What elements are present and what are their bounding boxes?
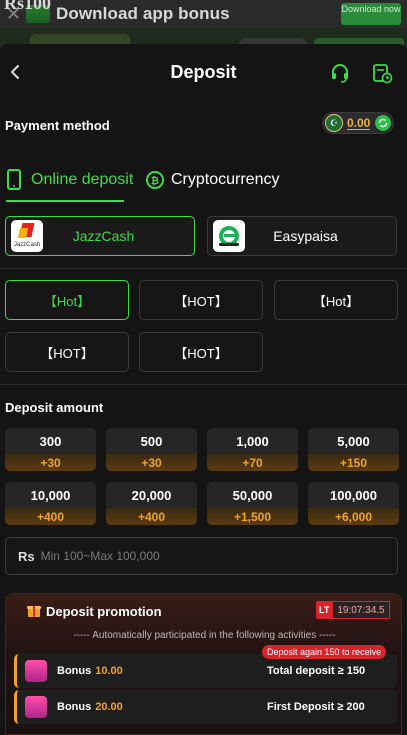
divider (0, 384, 407, 385)
channel-option[interactable]: 【HOT】 (139, 280, 263, 320)
download-now-button[interactable]: Download now (341, 3, 401, 25)
pakistan-flag-icon: ☪ (325, 114, 343, 132)
method-jazzcash[interactable]: JazzCash JazzCash (5, 216, 195, 256)
amount-option[interactable]: 5,000 +150 (308, 428, 399, 471)
amount-bonus: +70 (207, 454, 298, 471)
amount-value: 50,000 (207, 482, 298, 508)
amount-option[interactable]: 300 +30 (5, 428, 96, 471)
amount-input-field[interactable]: Rs (5, 537, 398, 575)
tab-cryptocurrency-label: Cryptocurrency (171, 171, 280, 188)
gift-box-icon (25, 696, 47, 718)
amount-value: 500 (106, 428, 197, 454)
amount-value: 10,000 (5, 482, 96, 508)
divider (0, 268, 407, 269)
activity-condition: Total deposit ≥ 150 (267, 665, 366, 677)
amount-value: 5,000 (308, 428, 399, 454)
amount-value: 100,000 (308, 482, 399, 508)
amount-option[interactable]: 100,000 +6,000 (308, 482, 399, 525)
auto-participate-text: ----- Automatically participated in the … (73, 630, 336, 641)
easypaisa-logo (213, 220, 245, 252)
currency-label: Rs (18, 548, 35, 564)
amount-option[interactable]: 10,000 +400 (5, 482, 96, 525)
activity-condition: First Deposit ≥ 200 (267, 701, 365, 713)
amount-option[interactable]: 500 +30 (106, 428, 197, 471)
timer-tag: LT (316, 601, 333, 619)
tab-online-deposit[interactable]: Online deposit (5, 166, 133, 194)
amount-bonus: +30 (5, 454, 96, 471)
amount-bonus: +30 (106, 454, 197, 471)
channel-option[interactable]: 【HOT】 (139, 332, 263, 372)
method-easypaisa[interactable]: Easypaisa (207, 216, 397, 256)
promotion-timer: LT 19:07:34.5 (316, 601, 390, 619)
gift-box-icon (25, 660, 47, 682)
amount-option[interactable]: 20,000 +400 (106, 482, 197, 525)
amount-input[interactable] (40, 549, 341, 563)
gift-icon (27, 606, 41, 617)
amount-option[interactable]: 50,000 +1,500 (207, 482, 298, 525)
amount-value: 1,000 (207, 428, 298, 454)
svg-text:₿: ₿ (151, 175, 159, 187)
deposit-promotion-title: Deposit promotion (46, 604, 162, 619)
customer-service-icon[interactable] (329, 62, 351, 84)
payment-method-label: Payment method (5, 118, 110, 133)
download-banner[interactable]: ✕ Download app bonus Rs100 Download now (0, 0, 407, 28)
amount-bonus: +400 (106, 508, 197, 525)
channel-option[interactable]: 【Hot】 (274, 280, 398, 320)
deposit-history-icon[interactable] (371, 62, 393, 84)
amount-bonus: +6,000 (308, 508, 399, 525)
tab-cryptocurrency[interactable]: ₿ Cryptocurrency (145, 166, 279, 194)
balance-value: 0.00 (347, 115, 371, 130)
promotion-activity[interactable]: Bonus 10.00 Total deposit ≥ 150 Deposit … (14, 645, 397, 688)
channel-option[interactable]: 【HOT】 (5, 332, 129, 372)
method-jazzcash-label: JazzCash (72, 228, 135, 244)
deposit-promotion-panel: Deposit promotion LT 19:07:34.5 ----- Au… (5, 593, 402, 735)
amount-bonus: +1,500 (207, 508, 298, 525)
deposit-amount-label: Deposit amount (5, 400, 104, 415)
bonus-label: Bonus (57, 665, 92, 677)
bonus-value: 10.00 (95, 665, 123, 677)
bonus-label: Bonus (57, 701, 92, 713)
crypto-coin-icon: ₿ (146, 171, 164, 189)
bonus-value: 20.00 (95, 701, 123, 713)
deposit-again-tip: Deposit again 150 to receive (262, 645, 387, 659)
refresh-balance-icon[interactable] (375, 115, 392, 131)
active-tab-indicator (6, 200, 124, 202)
phone-icon (7, 169, 21, 190)
method-easypaisa-label: Easypaisa (273, 228, 338, 244)
jazzcash-logo: JazzCash (11, 220, 43, 252)
channel-option[interactable]: 【Hot】 (5, 280, 129, 320)
amount-option[interactable]: 1,000 +70 (207, 428, 298, 471)
timer-value: 19:07:34.5 (332, 601, 390, 619)
amount-bonus: +150 (308, 454, 399, 471)
amount-value: 20,000 (106, 482, 197, 508)
amount-value: 300 (5, 428, 96, 454)
amount-bonus: +400 (5, 508, 96, 525)
promotion-activity[interactable]: Bonus 20.00 First Deposit ≥ 200 (14, 690, 397, 724)
balance-pill: ☪ 0.00 (322, 112, 394, 134)
tab-online-deposit-label: Online deposit (31, 171, 134, 188)
